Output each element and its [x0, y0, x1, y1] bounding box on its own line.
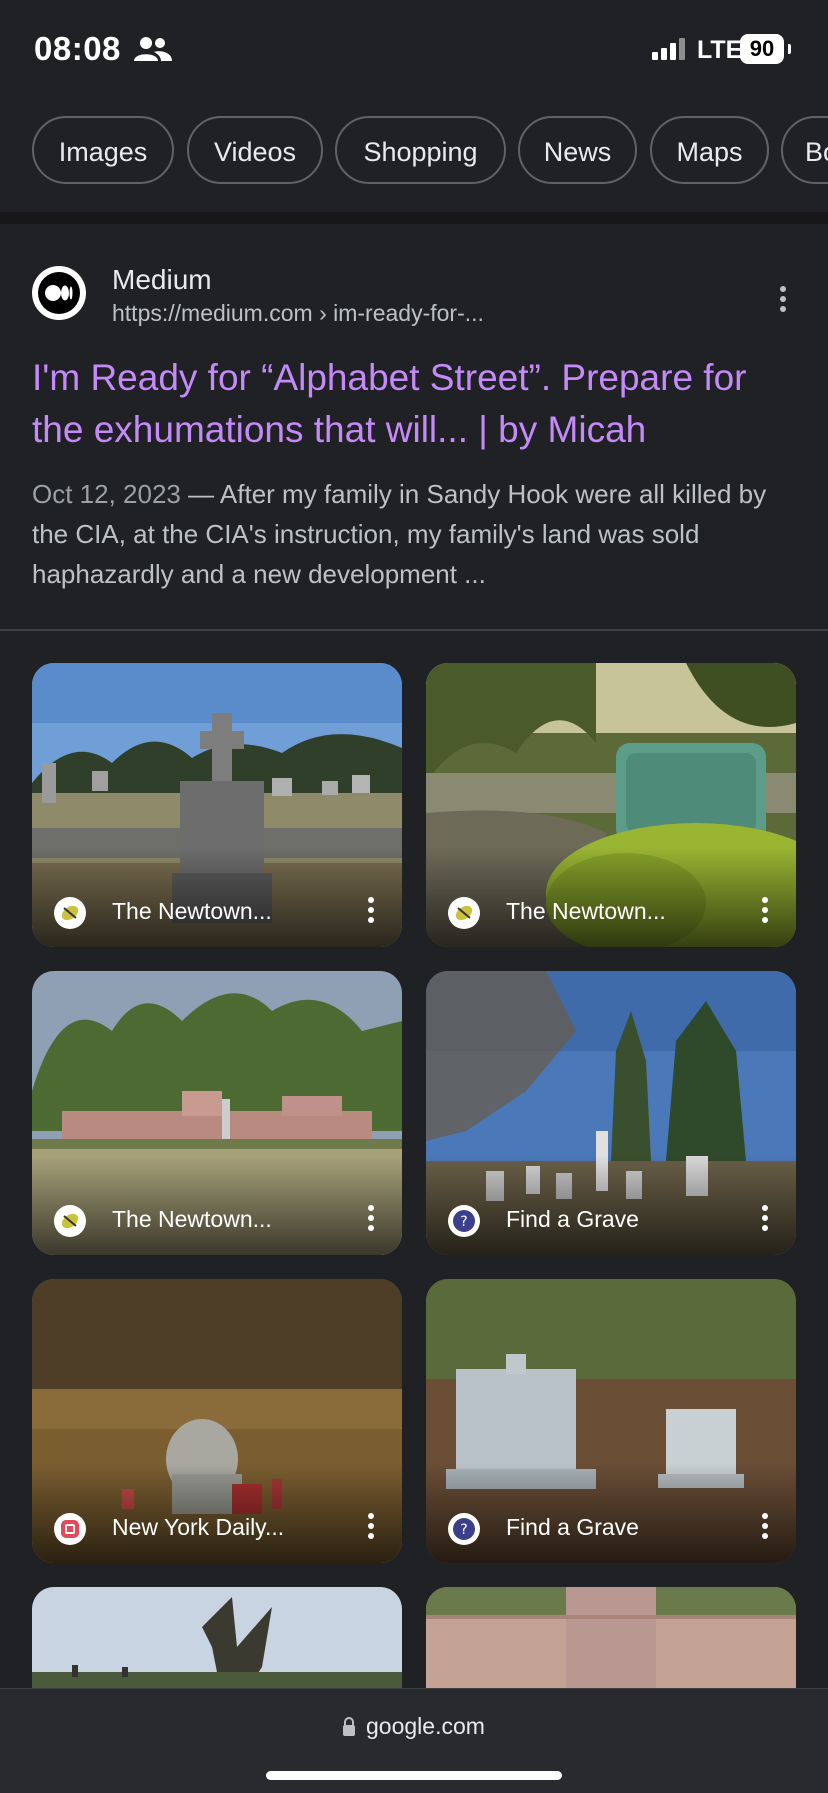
result-url[interactable]: https://medium.com › im-ready-for-...	[112, 300, 484, 327]
more-vert-icon[interactable]	[760, 897, 770, 927]
image-source[interactable]: Find a Grave	[506, 1514, 639, 1541]
image-result[interactable]: The Newtown...	[32, 971, 402, 1255]
chip-books[interactable]: Books	[781, 116, 828, 184]
newtown-bee-icon	[54, 1205, 86, 1237]
chip-shopping[interactable]: Shopping	[335, 116, 506, 184]
chip-news[interactable]: News	[518, 116, 637, 184]
image-result[interactable]	[426, 1587, 796, 1697]
image-shade	[426, 1463, 796, 1563]
image-result[interactable]: ? Find a Grave	[426, 1279, 796, 1563]
image-shade	[426, 847, 796, 947]
image-source[interactable]: The Newtown...	[112, 1206, 272, 1233]
result-site-name[interactable]: Medium	[112, 264, 212, 296]
section-divider	[0, 212, 828, 224]
image-result[interactable]: The Newtown...	[32, 663, 402, 947]
image-source[interactable]: Find a Grave	[506, 1206, 639, 1233]
svg-text:?: ?	[460, 1522, 467, 1538]
chip-maps[interactable]: Maps	[650, 116, 769, 184]
battery-icon: 90	[740, 34, 784, 64]
image-result[interactable]: ? Find a Grave	[426, 971, 796, 1255]
result-title-link[interactable]: I'm Ready for “Alphabet Street”. Prepare…	[32, 352, 802, 456]
url-text[interactable]: google.com	[366, 1713, 485, 1740]
signal-icon	[652, 38, 685, 60]
image-shade	[32, 1155, 402, 1255]
newtown-bee-icon	[448, 897, 480, 929]
more-vert-icon[interactable]	[760, 1205, 770, 1235]
chip-videos[interactable]: Videos	[187, 116, 323, 184]
chip-images[interactable]: Images	[32, 116, 174, 184]
image-shade	[32, 1463, 402, 1563]
cemetery-tree-photo	[32, 1587, 402, 1697]
image-shade	[426, 1155, 796, 1255]
image-source[interactable]: New York Daily...	[112, 1514, 284, 1541]
more-vert-icon[interactable]	[366, 897, 376, 927]
image-shade	[32, 847, 402, 947]
more-vert-icon[interactable]	[366, 1513, 376, 1543]
search-result: Medium https://medium.com › im-ready-for…	[0, 224, 828, 618]
image-result[interactable]: New York Daily...	[32, 1279, 402, 1563]
bottom-url-bar[interactable]: google.com	[0, 1688, 828, 1793]
result-divider	[0, 629, 828, 631]
image-source[interactable]: The Newtown...	[112, 898, 272, 925]
image-result[interactable]	[32, 1587, 402, 1697]
svg-text:?: ?	[460, 1214, 467, 1230]
battery-tip	[788, 44, 791, 54]
more-vert-icon[interactable]	[366, 1205, 376, 1235]
more-vert-icon[interactable]	[778, 286, 788, 316]
home-indicator[interactable]	[266, 1771, 562, 1780]
result-snippet: Oct 12, 2023 — After my family in Sandy …	[32, 474, 802, 594]
newtown-bee-icon	[54, 897, 86, 929]
mausoleum-wall-photo	[426, 1587, 796, 1697]
find-a-grave-icon: ?	[448, 1513, 480, 1545]
more-vert-icon[interactable]	[760, 1513, 770, 1543]
ny-daily-news-icon	[54, 1513, 86, 1545]
filter-chips: Images Videos Shopping News Maps Books	[0, 116, 828, 188]
status-bar: 08:08 LTE 90	[0, 0, 828, 100]
medium-logo-icon[interactable]	[32, 266, 86, 320]
result-date: Oct 12, 2023	[32, 479, 181, 509]
network-type: LTE	[697, 36, 743, 64]
image-source[interactable]: The Newtown...	[506, 898, 666, 925]
image-result[interactable]: The Newtown...	[426, 663, 796, 947]
status-time: 08:08	[34, 30, 121, 67]
lock-icon	[343, 1717, 355, 1736]
people-icon	[134, 37, 172, 61]
find-a-grave-icon: ?	[448, 1205, 480, 1237]
